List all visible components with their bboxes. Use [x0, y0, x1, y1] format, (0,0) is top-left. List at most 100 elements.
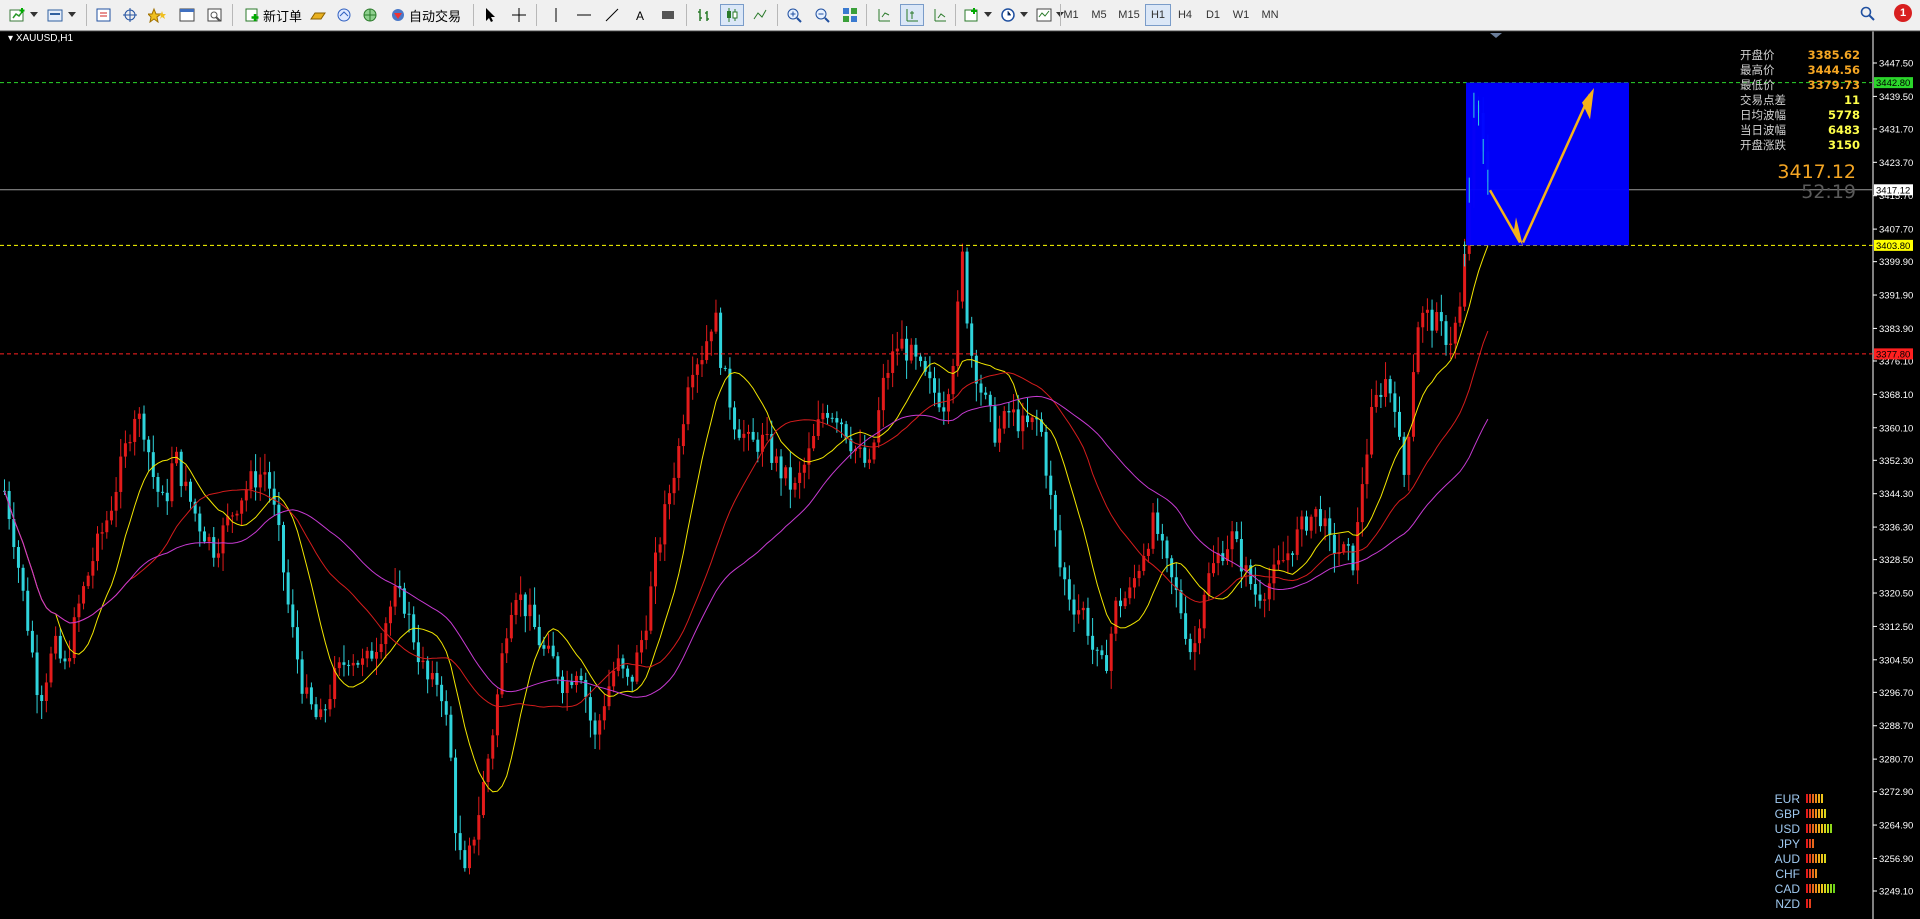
axis-tick-label: 3288.70 [1879, 721, 1913, 732]
bear-candle [905, 338, 909, 361]
bull-candle [1421, 312, 1425, 328]
autoscroll-icon[interactable] [900, 4, 924, 26]
bull-candle [1360, 484, 1364, 523]
separator [232, 4, 233, 26]
chart-canvas[interactable]: 3447.503439.503431.703423.703415.703407.… [0, 31, 1920, 919]
strength-bar [1812, 794, 1814, 803]
price-tag-label: 3403.80 [1876, 241, 1910, 252]
bull-candle [1416, 327, 1420, 373]
templates-icon[interactable] [1032, 4, 1056, 26]
chevron-down-icon[interactable] [66, 4, 78, 26]
bear-candle [965, 251, 969, 324]
zoom-out-icon[interactable] [810, 4, 834, 26]
bull-candle [956, 301, 960, 366]
text-tool-icon[interactable]: A [628, 4, 652, 26]
chevron-down-icon[interactable] [982, 4, 994, 26]
bear-candle [1430, 309, 1434, 331]
bull-candle [1281, 560, 1285, 562]
bull-candle [468, 845, 471, 869]
bear-candle [1332, 534, 1336, 554]
label-tool-icon[interactable] [656, 4, 680, 26]
clock-icon[interactable] [996, 4, 1020, 26]
bull-candle [1323, 518, 1327, 527]
timeframe-m5[interactable]: M5 [1086, 4, 1112, 26]
info-value: 3385.62 [1807, 48, 1860, 62]
crosshair-icon[interactable] [507, 4, 531, 26]
indicators-icon[interactable] [960, 4, 984, 26]
search-icon[interactable] [1860, 6, 1876, 26]
bear-candle [323, 709, 327, 711]
bear-candle [1063, 567, 1067, 580]
separator [686, 4, 687, 26]
bull-candle [635, 652, 639, 682]
bull-candle [574, 675, 578, 686]
cursor-icon[interactable] [478, 4, 502, 26]
bar-chart-icon[interactable] [692, 4, 716, 26]
auto-trade-button[interactable]: 自动交易 [386, 4, 465, 26]
bull-candle [598, 720, 602, 735]
bull-candle [1411, 372, 1415, 437]
line-chart-icon[interactable] [748, 4, 772, 26]
market-watch-icon[interactable] [92, 4, 116, 26]
bear-candle [588, 697, 592, 721]
chevron-down-icon[interactable] [28, 4, 40, 26]
price-chart[interactable]: 3447.50 3439.50 3431.70 3423.70 3415.70 3407.… [0, 31, 1920, 919]
strength-bar [1818, 854, 1820, 863]
vertical-line-icon[interactable] [544, 4, 568, 26]
bear-candle [63, 658, 67, 662]
tile-windows-icon[interactable] [838, 4, 862, 26]
chart-shift-icon[interactable] [872, 4, 896, 26]
bear-candle [1253, 584, 1257, 595]
new-chart-icon[interactable] [6, 4, 30, 26]
price-tag-label: 3442.80 [1876, 78, 1910, 89]
market-icon[interactable] [358, 4, 382, 26]
trendline-icon[interactable] [600, 4, 624, 26]
currency-code: GBP [1774, 806, 1800, 821]
strength-bar [1806, 824, 1808, 833]
strength-bar [1806, 884, 1808, 893]
chart-menu-icon[interactable]: ▾ [8, 33, 13, 44]
notification-badge[interactable]: 1 [1894, 4, 1912, 22]
timeframe-h1[interactable]: H1 [1145, 4, 1171, 26]
timeframe-h4[interactable]: H4 [1172, 4, 1198, 26]
navigator-stars-icon[interactable] [146, 4, 170, 26]
info-label: 最低价 [1740, 78, 1775, 92]
bear-candle [1258, 594, 1262, 601]
profiles-icon[interactable] [44, 4, 68, 26]
candlestick-icon[interactable] [720, 4, 744, 26]
bear-candle [435, 673, 439, 685]
crosshair-navigator-icon[interactable] [118, 4, 142, 26]
bear-candle [621, 658, 625, 669]
bull-candle [365, 650, 369, 659]
new-order-button[interactable]: 新订单 [240, 4, 306, 26]
bull-candle [654, 552, 657, 587]
bull-candle [123, 443, 127, 457]
strength-bar [1815, 809, 1817, 818]
timeframe-d1[interactable]: D1 [1200, 4, 1226, 26]
strength-bar [1809, 899, 1811, 908]
bull-candle [133, 418, 137, 442]
strength-bar [1809, 809, 1811, 818]
info-label: 交易点差 [1740, 93, 1786, 107]
bull-candle [500, 653, 504, 695]
timeframe-m1[interactable]: M1 [1058, 4, 1084, 26]
terminal-window-icon[interactable] [175, 4, 199, 26]
gold-bars-icon[interactable] [306, 4, 330, 26]
bull-candle [361, 658, 365, 665]
zoom-in-icon[interactable] [782, 4, 806, 26]
axis-tick-label: 3328.50 [1879, 555, 1913, 566]
chevron-down-icon[interactable] [1018, 4, 1030, 26]
bull-candle [1012, 409, 1016, 413]
strength-bar [1809, 794, 1811, 803]
bear-candle [1328, 518, 1332, 535]
timeframe-m15[interactable]: M15 [1114, 4, 1144, 26]
bull-candle [565, 681, 569, 694]
horizontal-line-icon[interactable] [572, 4, 596, 26]
strength-bar [1818, 884, 1820, 893]
strategy-tester-icon[interactable] [203, 4, 227, 26]
timeframe-w1[interactable]: W1 [1228, 4, 1254, 26]
timeframe-mn[interactable]: MN [1256, 4, 1284, 26]
bull-candle [547, 645, 551, 649]
axis-tick-label: 3368.10 [1879, 390, 1913, 401]
signals-icon[interactable] [332, 4, 356, 26]
